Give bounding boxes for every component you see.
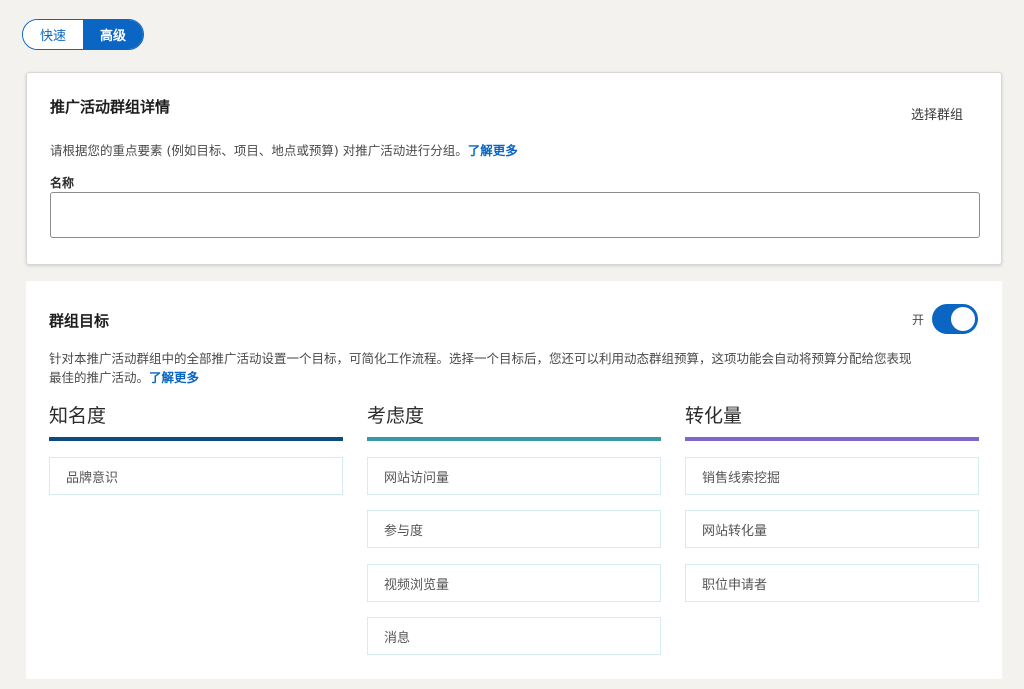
awareness-bar [49, 437, 343, 441]
group-objective-card: 群组目标 开 针对本推广活动群组中的全部推广活动设置一个目标，可简化工作流程。选… [26, 281, 1002, 679]
objective-option-messages[interactable]: 消息 [367, 617, 661, 655]
consideration-column: 考虑度 网站访问量 参与度 视频浏览量 消息 [367, 404, 661, 655]
conversions-title: 转化量 [685, 405, 743, 427]
select-group-button[interactable]: 选择群组 [911, 104, 963, 123]
objective-option-job-applicants[interactable]: 职位申请者 [685, 564, 979, 602]
details-learn-more-link[interactable]: 了解更多 [468, 143, 518, 158]
objective-option-video-views[interactable]: 视频浏览量 [367, 564, 661, 602]
switch-knob [951, 307, 975, 331]
objective-description-line1: 针对本推广活动群组中的全部推广活动设置一个目标，可简化工作流程。选择一个目标后，… [49, 351, 912, 366]
objective-description-line2-wrap: 最佳的推广活动。了解更多 [49, 368, 979, 387]
objective-description-line2: 最佳的推广活动。 [49, 370, 150, 385]
conversions-bar [685, 437, 979, 441]
objective-switch-group: 开 [912, 304, 978, 334]
objective-option-website-visits[interactable]: 网站访问量 [367, 457, 661, 495]
name-field-label: 名称 [50, 176, 75, 190]
objective-toggle-switch[interactable] [932, 304, 978, 334]
campaign-group-details-card: 推广活动群组详情 选择群组 请根据您的重点要素 (例如目标、项目、地点或预算) … [26, 72, 1002, 265]
conversions-column: 转化量 销售线索挖掘 网站转化量 职位申请者 [685, 404, 979, 602]
campaign-group-page: 快速 高级 推广活动群组详情 选择群组 请根据您的重点要素 (例如目标、项目、地… [0, 0, 1024, 689]
objective-option-brand-awareness[interactable]: 品牌意识 [49, 457, 343, 495]
details-description-text: 请根据您的重点要素 (例如目标、项目、地点或预算) 对推广活动进行分组。 [50, 143, 468, 158]
objective-description: 针对本推广活动群组中的全部推广活动设置一个目标，可简化工作流程。选择一个目标后，… [49, 349, 979, 387]
objective-option-engagement[interactable]: 参与度 [367, 510, 661, 548]
details-title: 推广活动群组详情 [50, 98, 171, 116]
advanced-mode-button[interactable]: 高级 [83, 20, 143, 49]
quick-mode-button[interactable]: 快速 [23, 20, 83, 49]
objective-option-lead-generation[interactable]: 销售线索挖掘 [685, 457, 979, 495]
awareness-column: 知名度 品牌意识 [49, 404, 343, 495]
objective-option-website-conversions[interactable]: 网站转化量 [685, 510, 979, 548]
consideration-title: 考虑度 [367, 405, 425, 427]
objective-title: 群组目标 [49, 312, 110, 330]
objective-columns: 知名度 品牌意识 考虑度 网站访问量 参与度 视频浏览量 消息 转化量 销售线索… [49, 404, 979, 674]
consideration-bar [367, 437, 661, 441]
objective-learn-more-link[interactable]: 了解更多 [149, 370, 199, 385]
mode-toggle: 快速 高级 [22, 19, 144, 50]
name-field[interactable] [50, 192, 980, 238]
switch-state-label: 开 [911, 312, 924, 327]
details-description: 请根据您的重点要素 (例如目标、项目、地点或预算) 对推广活动进行分组。了解更多 [50, 141, 518, 160]
awareness-title: 知名度 [49, 405, 107, 427]
